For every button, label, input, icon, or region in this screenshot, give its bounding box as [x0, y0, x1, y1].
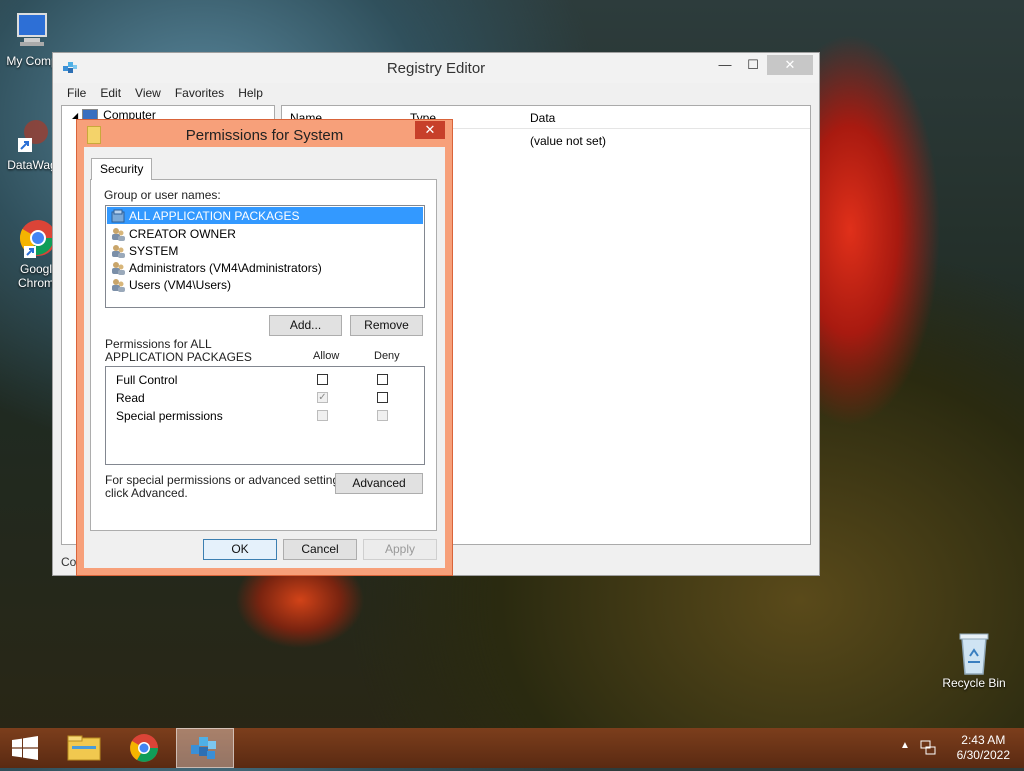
- deny-checkbox: [377, 410, 388, 421]
- tab-security[interactable]: Security: [91, 158, 153, 180]
- desktop-icon-recycle-bin[interactable]: Recycle Bin: [934, 630, 1014, 690]
- permission-name: Full Control: [116, 373, 178, 387]
- menu-edit[interactable]: Edit: [100, 86, 121, 100]
- users-icon: [111, 261, 125, 275]
- list-item[interactable]: Users (VM4\Users): [106, 276, 424, 293]
- allow-checkbox[interactable]: ✓: [317, 392, 328, 403]
- minimize-button[interactable]: —: [711, 55, 739, 75]
- cancel-button[interactable]: Cancel: [283, 539, 357, 560]
- users-icon: [111, 278, 125, 292]
- list-item[interactable]: ALL APPLICATION PACKAGES: [107, 207, 423, 224]
- maximize-button[interactable]: ☐: [739, 55, 767, 75]
- value-data: (value not set): [530, 134, 607, 148]
- clock-date: 6/30/2022: [956, 748, 1010, 762]
- close-button[interactable]: ✕: [767, 55, 813, 75]
- permission-name: Special permissions: [116, 409, 223, 423]
- registry-menubar: File Edit View Favorites Help: [53, 83, 819, 103]
- windows-logo-icon: [12, 736, 38, 760]
- security-tab-panel: Group or user names: ALL APPLICATION PAC…: [90, 179, 437, 531]
- computer-icon: [10, 8, 54, 52]
- special-permissions-text-line1: For special permissions or advanced sett…: [105, 473, 349, 487]
- file-explorer-taskbar-button[interactable]: [56, 728, 112, 768]
- close-button[interactable]: ✕: [415, 121, 445, 139]
- desktop-icon-label: Recycle Bin: [942, 676, 1006, 690]
- system-clock[interactable]: 2:43 AM 6/30/2022: [957, 733, 1010, 763]
- recycle-bin-icon: [952, 630, 996, 675]
- taskbar: ▲ 2:43 AM 6/30/2022: [0, 728, 1024, 768]
- list-item[interactable]: Administrators (VM4\Administrators): [106, 259, 424, 276]
- allow-checkbox[interactable]: [317, 374, 328, 385]
- special-permissions-text-line2: click Advanced.: [105, 486, 188, 500]
- deny-checkbox[interactable]: [377, 392, 388, 403]
- network-icon[interactable]: [920, 739, 936, 755]
- user-name: SYSTEM: [129, 243, 179, 258]
- registry-window-title: Registry Editor: [386, 60, 486, 77]
- permissions-header-line2: APPLICATION PACKAGES: [105, 350, 252, 364]
- permissions-titlebar[interactable]: Permissions for System ✕: [77, 120, 452, 147]
- start-button[interactable]: [0, 728, 56, 768]
- permissions-dialog: Permissions for System ✕ Security Group …: [76, 119, 453, 576]
- permissions-title: Permissions for System: [185, 127, 344, 144]
- apply-button: Apply: [363, 539, 437, 560]
- registry-editor-taskbar-button[interactable]: [176, 728, 234, 768]
- file-explorer-icon: [67, 735, 101, 761]
- ok-button[interactable]: OK: [203, 539, 277, 560]
- registry-editor-icon: [191, 737, 216, 759]
- menu-favorites[interactable]: Favorites: [175, 86, 224, 100]
- user-name: Administrators (VM4\Administrators): [129, 260, 322, 275]
- users-icon: [111, 244, 125, 258]
- add-button[interactable]: Add...: [269, 315, 342, 336]
- status-bar: Co: [61, 555, 77, 569]
- allow-column-label: Allow: [313, 350, 340, 362]
- group-label: Group or user names:: [104, 188, 221, 202]
- allow-checkbox: [317, 410, 328, 421]
- value-row[interactable]: (value not set): [530, 134, 606, 148]
- menu-help[interactable]: Help: [238, 86, 263, 100]
- deny-column-label: Deny: [374, 350, 400, 362]
- permissions-table: Full Control Read ✓ Special permissions: [105, 366, 425, 465]
- user-name: CREATOR OWNER: [129, 226, 236, 241]
- list-item[interactable]: SYSTEM: [106, 242, 424, 259]
- remove-button[interactable]: Remove: [350, 315, 423, 336]
- datawag-icon: [10, 112, 54, 156]
- chrome-taskbar-button[interactable]: [116, 728, 172, 768]
- deny-checkbox[interactable]: [377, 374, 388, 385]
- permission-name: Read: [116, 391, 145, 405]
- column-header-data[interactable]: Data: [530, 111, 555, 125]
- menu-view[interactable]: View: [135, 86, 161, 100]
- permissions-body: Security Group or user names: ALL APPLIC…: [84, 147, 445, 568]
- list-item[interactable]: CREATOR OWNER: [106, 225, 424, 242]
- registry-titlebar[interactable]: Registry Editor — ☐ ✕: [53, 53, 819, 83]
- advanced-button[interactable]: Advanced: [335, 473, 423, 494]
- menu-file[interactable]: File: [67, 86, 86, 100]
- chrome-icon: [130, 734, 158, 762]
- users-icon: [111, 227, 125, 241]
- user-name: ALL APPLICATION PACKAGES: [129, 208, 300, 223]
- permissions-header-line1: Permissions for ALL: [105, 337, 212, 351]
- clock-time: 2:43 AM: [961, 733, 1006, 747]
- package-icon: [111, 209, 125, 223]
- user-name: Users (VM4\Users): [129, 277, 232, 292]
- show-hidden-icons-icon[interactable]: ▲: [900, 740, 910, 751]
- user-list[interactable]: ALL APPLICATION PACKAGES CREATOR OWNER S…: [105, 205, 425, 308]
